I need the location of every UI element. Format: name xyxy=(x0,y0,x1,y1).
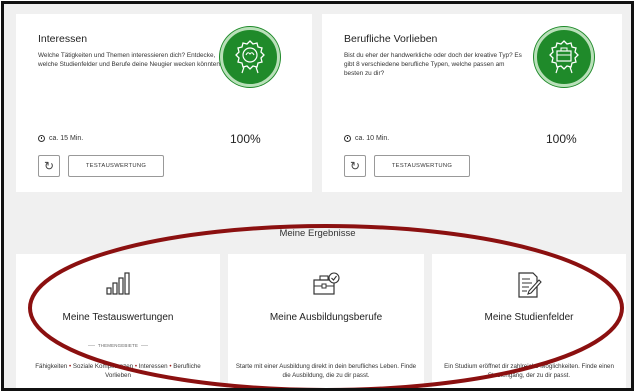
progress-percent: 100% xyxy=(546,132,577,146)
clock-icon xyxy=(38,135,45,142)
brain-badge-icon xyxy=(220,27,280,87)
card-title: Interessen xyxy=(38,33,88,45)
result-card-testauswertungen[interactable]: Meine Testauswertungen THEMENGEBIETE Fäh… xyxy=(16,254,220,388)
result-card-ausbildungsberufe[interactable]: Meine Ausbildungsberufe Starte mit einer… xyxy=(228,254,424,388)
result-title: Meine Ausbildungsberufe xyxy=(269,312,383,323)
clock-icon xyxy=(344,135,351,142)
bar-chart-icon xyxy=(104,270,132,303)
topic-interessen: Interessen xyxy=(138,363,168,370)
document-edit-icon xyxy=(515,270,543,305)
topic-soziale-kompetenzen: Soziale Kompetenzen xyxy=(72,363,134,370)
reload-button[interactable]: ↻ xyxy=(38,155,60,177)
testauswertung-button[interactable]: TESTAUSWERTUNG xyxy=(68,155,164,177)
card-title: Berufliche Vorlieben xyxy=(344,33,438,45)
card-description: Bist du eher der handwerkliche oder doch… xyxy=(344,52,522,77)
duration-text: ca. 10 Min. xyxy=(355,135,390,142)
duration: ca. 15 Min. xyxy=(38,135,83,142)
test-card-interessen: Interessen Welche Tätigkeiten und Themen… xyxy=(16,14,312,192)
test-card-berufliche-vorlieben: Berufliche Vorlieben Bist du eher der ha… xyxy=(322,14,622,192)
briefcase-check-icon xyxy=(311,270,341,303)
result-title: Meine Studienfelder xyxy=(484,312,574,323)
duration: ca. 10 Min. xyxy=(344,135,389,142)
reload-icon: ↻ xyxy=(43,159,55,173)
result-text: Ein Studium eröffnet dir zahlreiche Mögl… xyxy=(444,363,614,379)
duration-text: ca. 15 Min. xyxy=(49,135,84,142)
page-frame: Interessen Welche Tätigkeiten und Themen… xyxy=(1,1,634,391)
topic-faehigkeiten: Fähigkeiten xyxy=(35,363,68,370)
reload-icon: ↻ xyxy=(349,159,361,173)
themen-label: THEMENGEBIETE xyxy=(16,343,220,348)
testauswertung-button[interactable]: TESTAUSWERTUNG xyxy=(374,155,470,177)
card-description: Welche Tätigkeiten und Themen interessie… xyxy=(38,52,222,68)
reload-button[interactable]: ↻ xyxy=(344,155,366,177)
progress-percent: 100% xyxy=(230,132,261,146)
toolbox-badge-icon xyxy=(534,27,594,87)
result-card-studienfelder[interactable]: Meine Studienfelder Ein Studium eröffnet… xyxy=(432,254,626,388)
result-title: Meine Testauswertungen xyxy=(62,312,174,323)
topic-list: Fähigkeiten • Soziale Kompetenzen • Inte… xyxy=(22,362,214,380)
result-text: Starte mit einer Ausbildung direkt in de… xyxy=(235,363,417,379)
section-title: Meine Ergebnisse xyxy=(279,228,356,239)
